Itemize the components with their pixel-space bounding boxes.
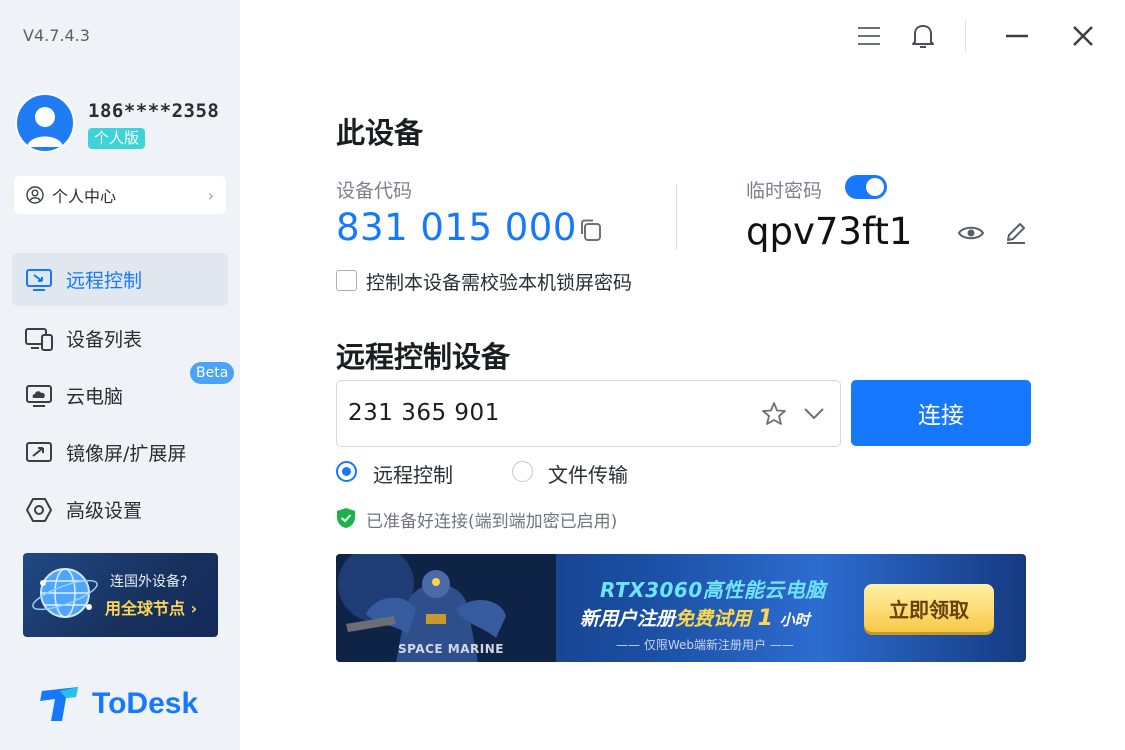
todesk-logo: ToDesk [38, 685, 198, 723]
bell-icon [912, 25, 934, 48]
mirror-screen-icon [24, 438, 54, 468]
settings-hexagon-icon [24, 495, 54, 525]
globe-icon [32, 568, 98, 618]
remote-device-title: 远程控制设备 [336, 340, 511, 374]
todesk-logo-icon [40, 687, 78, 721]
device-list-icon [24, 324, 54, 354]
remote-device-code-input[interactable] [348, 381, 748, 445]
menu-icon [858, 27, 880, 45]
chevron-right-icon: › [207, 185, 214, 205]
minimize-button[interactable] [1005, 20, 1029, 56]
username: 186****2358 [88, 100, 220, 122]
favorite-button[interactable] [761, 401, 787, 431]
sidebar-item-label: 云电脑 [66, 386, 124, 408]
promo-line2: 用全球节点 › [105, 599, 198, 618]
copy-icon [581, 219, 601, 241]
sidebar-item-label: 设备列表 [66, 329, 143, 351]
mode-remote-control-label[interactable]: 远程控制 [373, 459, 453, 488]
this-device-title: 此设备 [336, 116, 424, 150]
toolbar-divider [965, 20, 966, 52]
vertical-divider [676, 184, 677, 250]
lock-screen-check-checkbox[interactable] [336, 270, 357, 291]
user-circle-icon [26, 186, 44, 204]
eye-icon [957, 226, 985, 240]
sidebar-item-label: 镜像屏/扩展屏 [66, 443, 187, 465]
sidebar-item-label: 远程控制 [66, 270, 143, 292]
connect-button[interactable]: 连接 [851, 380, 1031, 446]
device-code: 831 015 000 [336, 206, 577, 249]
claim-now-button[interactable]: 立即领取 [864, 584, 994, 632]
sidebar-item-advanced-settings[interactable]: 高级设置 [12, 483, 228, 536]
pencil-icon [1007, 223, 1025, 244]
star-icon [762, 402, 786, 425]
game-title: SPACE MARINE [398, 642, 504, 656]
minimize-icon [1006, 34, 1028, 38]
cloud-pc-promo-banner[interactable]: SPACE MARINE RTX3060高性能云电脑 新用户注册免费试用 1 小… [336, 554, 1026, 662]
version-label: V4.7.4.3 [23, 26, 90, 45]
lock-screen-check-label: 控制本设备需校验本机锁屏密码 [366, 272, 633, 294]
banner-offer: 新用户注册免费试用 1 小时 [580, 606, 810, 631]
avatar[interactable] [15, 93, 75, 153]
shield-check-icon [336, 507, 356, 533]
show-password-button[interactable] [957, 220, 985, 250]
menu-button[interactable] [857, 20, 881, 56]
edition-badge: 个人版 [88, 128, 146, 149]
cloud-pc-icon [24, 381, 54, 411]
chevron-right-icon: › [190, 599, 198, 618]
sidebar-item-device-list[interactable]: 设备列表 [12, 312, 228, 365]
remote-control-icon [24, 265, 54, 295]
mode-file-transfer-radio[interactable] [512, 461, 533, 482]
close-icon [1073, 26, 1093, 46]
chevron-down-icon [804, 408, 824, 420]
personal-center-button[interactable]: 个人中心 › [14, 176, 226, 214]
connection-status: 已准备好连接(端到端加密已启用) [366, 512, 618, 532]
remote-device-input-box [336, 380, 841, 447]
sidebar: V4.7.4.3 186****2358 个人版 个人中心 › 远程控制 设备列… [0, 0, 240, 750]
edit-password-button[interactable] [1004, 220, 1028, 250]
temp-password-toggle[interactable] [845, 175, 887, 199]
sidebar-item-remote-control[interactable]: 远程控制 [12, 253, 228, 306]
device-code-label: 设备代码 [336, 180, 413, 202]
temp-password: qpv73ft1 [746, 210, 913, 253]
sidebar-item-mirror-screen[interactable]: 镜像屏/扩展屏 [12, 426, 228, 479]
mode-remote-control-radio[interactable] [336, 461, 357, 482]
global-node-promo[interactable]: 连国外设备? 用全球节点 › [23, 553, 218, 637]
notification-button[interactable] [909, 20, 937, 56]
history-dropdown-button[interactable] [802, 401, 826, 431]
user-avatar-icon [27, 107, 63, 147]
mode-file-transfer-label[interactable]: 文件传输 [548, 459, 628, 488]
banner-note: —— 仅限Web端新注册用户 —— [616, 638, 794, 652]
personal-center-label: 个人中心 [52, 187, 117, 206]
promo-line1: 连国外设备? [110, 574, 188, 590]
banner-headline: RTX3060高性能云电脑 [600, 578, 826, 602]
beta-badge: Beta [190, 362, 235, 384]
brand-name: ToDesk [92, 687, 199, 720]
sidebar-item-label: 高级设置 [66, 500, 143, 522]
copy-button[interactable] [578, 217, 604, 247]
close-button[interactable] [1071, 20, 1095, 56]
temp-password-label: 临时密码 [746, 180, 823, 202]
